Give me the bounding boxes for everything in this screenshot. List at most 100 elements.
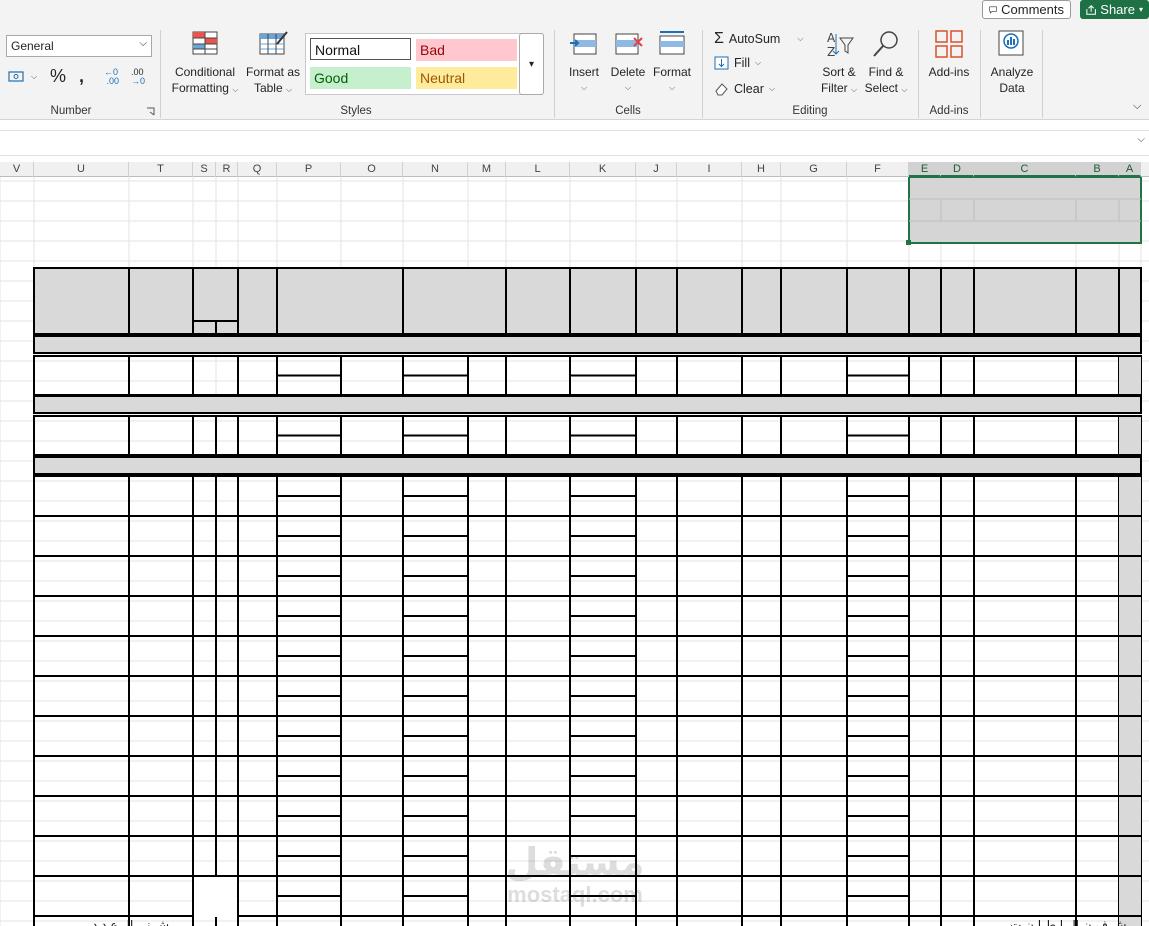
column-header-o[interactable]: O bbox=[341, 162, 403, 177]
section-bar bbox=[33, 395, 1142, 414]
style-neutral[interactable]: Neutral bbox=[416, 67, 517, 89]
ribbon: General ⌵ ⌵ % , ←0 .00 .00 →0 Number Cond… bbox=[0, 22, 1149, 120]
fill-handle bbox=[906, 240, 911, 245]
insert-cells-icon bbox=[570, 33, 597, 55]
form-row-shade bbox=[1119, 517, 1141, 555]
style-good[interactable]: Good bbox=[310, 67, 411, 89]
decrease-decimal-button[interactable]: .00 →0 bbox=[131, 68, 145, 86]
chevron-down-icon: ⌵ bbox=[754, 58, 762, 67]
column-header-i[interactable]: I bbox=[677, 162, 742, 177]
percent-label: % bbox=[50, 66, 67, 86]
column-header-t[interactable]: T bbox=[129, 162, 193, 177]
footer-right-text: ش ف ن ال ا ط ا ن ت bbox=[1010, 918, 1127, 926]
chevron-down-icon: ⌵ bbox=[768, 84, 775, 93]
insert-button[interactable]: Insert ⌵ bbox=[563, 28, 605, 96]
form-row-shade bbox=[1119, 677, 1141, 715]
form-blank-cell bbox=[194, 877, 237, 917]
comments-label: Comments bbox=[1001, 2, 1064, 17]
collapse-ribbon-button[interactable]: ⌵ bbox=[1133, 100, 1141, 113]
comment-icon bbox=[989, 6, 997, 14]
format-as-table-icon bbox=[259, 31, 288, 55]
analyze-data-button[interactable]: Analyze Data bbox=[986, 28, 1038, 96]
form-row-shade bbox=[1119, 717, 1141, 755]
style-bad[interactable]: Bad bbox=[416, 39, 517, 61]
column-header-bar: VUTSRQPONMLKJIHGFEDCBA bbox=[0, 162, 1149, 177]
group-label-editing: Editing bbox=[792, 105, 828, 117]
styles-more-button[interactable]: ▾ bbox=[519, 33, 544, 95]
group-separator bbox=[1042, 30, 1043, 118]
column-header-g[interactable]: G bbox=[781, 162, 847, 177]
format-label: Format bbox=[652, 65, 691, 79]
column-header-q[interactable]: Q bbox=[238, 162, 277, 177]
conditional-formatting-label-1: Conditional bbox=[174, 65, 236, 79]
form-row-shade bbox=[1119, 837, 1141, 875]
group-label-number: Number bbox=[50, 105, 92, 117]
column-header-d[interactable]: D bbox=[941, 162, 974, 177]
autosum-button[interactable]: Σ AutoSum ⌵ bbox=[714, 30, 803, 48]
column-header-e[interactable]: E bbox=[909, 162, 941, 177]
number-format-select[interactable]: General ⌵ bbox=[6, 35, 152, 57]
sort-filter-label-2: Filter ⌵ bbox=[820, 81, 858, 95]
conditional-formatting-button[interactable]: Conditional Formatting ⌵ bbox=[168, 28, 242, 98]
increase-decimal-button[interactable]: ←0 .00 bbox=[104, 68, 119, 86]
column-header-a[interactable]: A bbox=[1119, 162, 1141, 177]
column-header-u[interactable]: U bbox=[34, 162, 129, 177]
chevron-down-icon: ⌵ bbox=[580, 83, 588, 92]
add-ins-button[interactable]: Add-ins bbox=[925, 28, 973, 80]
conditional-formatting-label-2: Formatting ⌵ bbox=[171, 81, 239, 95]
column-header-p[interactable]: P bbox=[277, 162, 341, 177]
group-separator bbox=[702, 30, 703, 118]
sigma-icon: Σ bbox=[714, 30, 724, 47]
format-as-table-button[interactable]: Format as Table ⌵ bbox=[244, 28, 302, 98]
comments-button[interactable]: Comments bbox=[982, 0, 1071, 19]
cell-grid[interactable] bbox=[0, 177, 1149, 926]
chevron-down-icon[interactable]: ▾ bbox=[1139, 5, 1143, 14]
column-header-k[interactable]: K bbox=[570, 162, 636, 177]
group-label-add-ins: Add-ins bbox=[929, 105, 969, 117]
comma-style-button[interactable]: , bbox=[79, 66, 84, 87]
column-header-f[interactable]: F bbox=[847, 162, 909, 177]
worksheet[interactable]: VUTSRQPONMLKJIHGFEDCBA مستقل mostaql.com… bbox=[0, 162, 1149, 926]
clear-button[interactable]: Clear ⌵ bbox=[714, 82, 775, 96]
increase-decimal-icon: ←0 .00 bbox=[104, 67, 120, 86]
form-row-shade bbox=[1119, 637, 1141, 675]
column-header-r[interactable]: R bbox=[216, 162, 238, 177]
column-header-b[interactable]: B bbox=[1076, 162, 1119, 177]
percent-style-button[interactable]: % bbox=[50, 66, 66, 87]
accounting-format-button[interactable]: ⌵ bbox=[8, 70, 37, 84]
group-label-cells: Cells bbox=[615, 105, 641, 117]
formula-bar[interactable] bbox=[0, 130, 1149, 156]
format-button[interactable]: Format ⌵ bbox=[651, 28, 693, 96]
share-label: Share bbox=[1100, 2, 1135, 17]
column-header-h[interactable]: H bbox=[742, 162, 781, 177]
column-header-v[interactable]: V bbox=[0, 162, 34, 177]
form-row-shade bbox=[1119, 357, 1141, 394]
share-button[interactable]: Share ▾ bbox=[1080, 0, 1149, 19]
accounting-icon bbox=[8, 71, 24, 82]
column-header-n[interactable]: N bbox=[403, 162, 468, 177]
format-cells-icon bbox=[659, 31, 685, 55]
fill-button[interactable]: Fill ⌵ bbox=[714, 56, 761, 70]
format-as-table-label-1: Format as bbox=[245, 65, 300, 79]
find-select-label-1: Find & bbox=[868, 65, 904, 79]
style-normal[interactable]: Normal bbox=[310, 38, 411, 60]
column-header-l[interactable]: L bbox=[506, 162, 570, 177]
number-dialog-launcher[interactable] bbox=[146, 107, 155, 116]
insert-label: Insert bbox=[568, 65, 599, 79]
fill-down-icon bbox=[714, 56, 729, 70]
column-header-j[interactable]: J bbox=[636, 162, 677, 177]
delete-button[interactable]: Delete ⌵ bbox=[607, 28, 649, 96]
sort-filter-icon: A Z bbox=[827, 31, 854, 59]
analyze-data-label-2: Data bbox=[999, 81, 1025, 95]
sort-filter-button[interactable]: A Z Sort & Filter ⌵ bbox=[815, 28, 863, 98]
expand-formula-bar-icon[interactable]: ⌵ bbox=[1137, 134, 1145, 145]
form-row-shade bbox=[1119, 417, 1141, 454]
column-header-m[interactable]: M bbox=[468, 162, 506, 177]
more-icon: ▾ bbox=[528, 58, 535, 70]
column-header-c[interactable]: C bbox=[974, 162, 1076, 177]
svg-text:A: A bbox=[827, 31, 836, 45]
find-select-button[interactable]: Find & Select ⌵ bbox=[862, 28, 910, 98]
form-row-shade bbox=[1119, 557, 1141, 595]
sort-filter-label-1: Sort & bbox=[822, 65, 856, 79]
column-header-s[interactable]: S bbox=[193, 162, 216, 177]
